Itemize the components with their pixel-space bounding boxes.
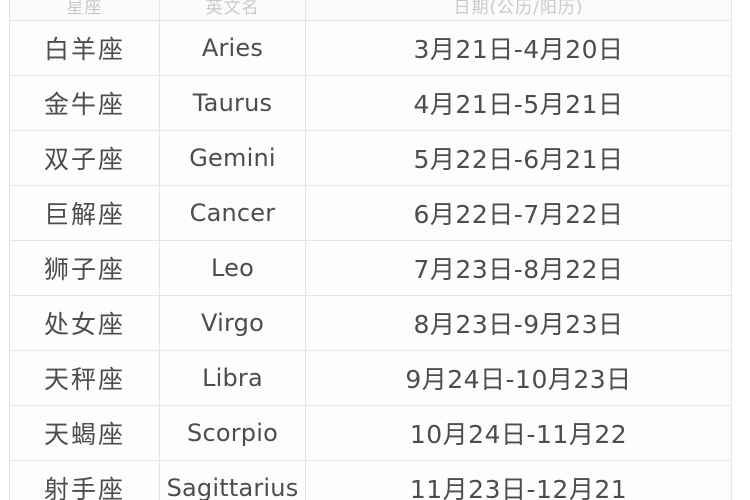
cell-date-range: 7月23日-8月22日 [305,240,732,296]
column-header-date-range: 日期(公历/阳历) [305,0,732,21]
table-row: 白羊座 Aries 3月21日-4月20日 [9,20,732,76]
cell-chinese-name: 金牛座 [9,75,160,131]
table-row: 处女座 Virgo 8月23日-9月23日 [9,295,732,351]
cell-date-range: 9月24日-10月23日 [305,350,732,406]
cell-english-name: Libra [159,350,306,406]
table-body: 白羊座 Aries 3月21日-4月20日 金牛座 Taurus 4月21日-5… [9,20,732,500]
cell-english-name: Leo [159,240,306,296]
table-row: 金牛座 Taurus 4月21日-5月21日 [9,75,732,131]
cell-english-name: Virgo [159,295,306,351]
table-row: 狮子座 Leo 7月23日-8月22日 [9,240,732,296]
table-header-row: 星座 英文名 日期(公历/阳历) [9,0,732,21]
table-row: 射手座 Sagittarius 11月23日-12月21 [9,460,732,500]
cell-date-range: 4月21日-5月21日 [305,75,732,131]
table-row: 天秤座 Libra 9月24日-10月23日 [9,350,732,406]
column-header-chinese-name: 星座 [9,0,160,21]
cell-date-range: 8月23日-9月23日 [305,295,732,351]
cell-chinese-name: 处女座 [9,295,160,351]
document-viewport: 星座 英文名 日期(公历/阳历) 白羊座 Aries 3月21日-4月20日 金… [0,0,750,500]
cell-date-range: 6月22日-7月22日 [305,185,732,241]
cell-chinese-name: 巨解座 [9,185,160,241]
cell-chinese-name: 狮子座 [9,240,160,296]
table-scroll-container: 星座 英文名 日期(公历/阳历) 白羊座 Aries 3月21日-4月20日 金… [0,0,732,500]
table-header: 星座 英文名 日期(公历/阳历) [9,0,732,21]
cell-english-name: Gemini [159,130,306,186]
cell-english-name: Sagittarius [159,460,306,500]
cell-chinese-name: 双子座 [9,130,160,186]
cell-date-range: 3月21日-4月20日 [305,20,732,76]
cell-chinese-name: 天蝎座 [9,405,160,461]
cell-date-range: 11月23日-12月21 [305,460,732,500]
cell-english-name: Aries [159,20,306,76]
cell-chinese-name: 天秤座 [9,350,160,406]
zodiac-date-table: 星座 英文名 日期(公历/阳历) 白羊座 Aries 3月21日-4月20日 金… [9,0,732,500]
cell-english-name: Scorpio [159,405,306,461]
column-header-english-name: 英文名 [159,0,306,21]
cell-english-name: Taurus [159,75,306,131]
cell-date-range: 5月22日-6月21日 [305,130,732,186]
table-row: 巨解座 Cancer 6月22日-7月22日 [9,185,732,241]
cell-chinese-name: 射手座 [9,460,160,500]
table-row: 双子座 Gemini 5月22日-6月21日 [9,130,732,186]
cell-english-name: Cancer [159,185,306,241]
table-row: 天蝎座 Scorpio 10月24日-11月22 [9,405,732,461]
cell-chinese-name: 白羊座 [9,20,160,76]
cell-date-range: 10月24日-11月22 [305,405,732,461]
